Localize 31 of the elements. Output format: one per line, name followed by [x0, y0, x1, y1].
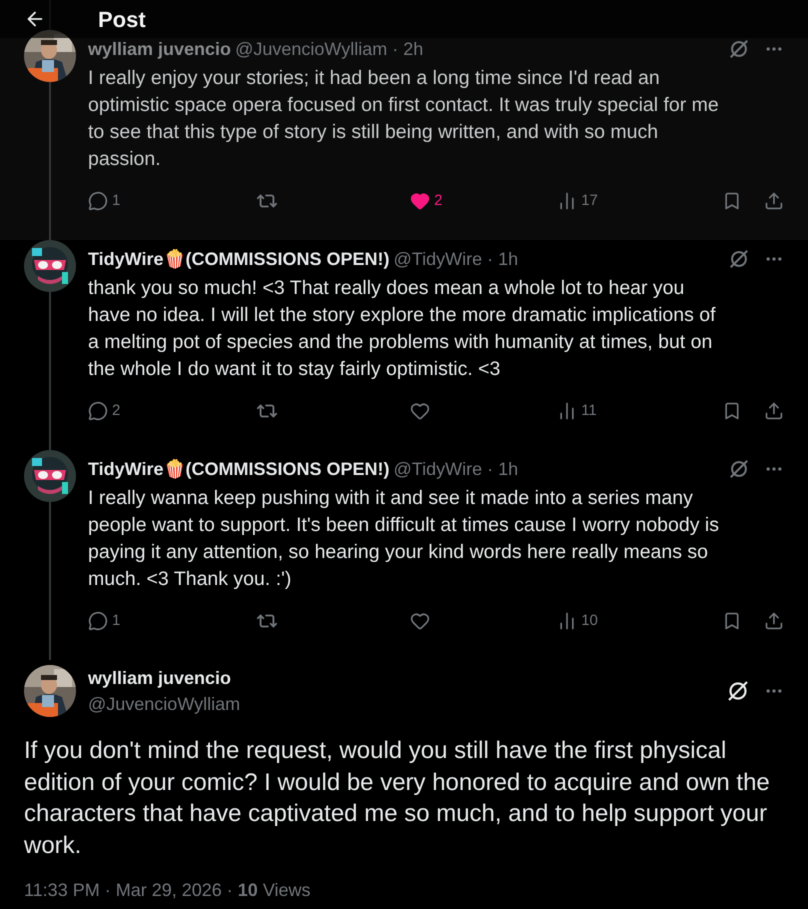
- share-icon[interactable]: [764, 401, 784, 421]
- share-icon[interactable]: [764, 611, 784, 631]
- count: 1: [112, 190, 120, 211]
- author-name[interactable]: TidyWire🍿(COMMISSIONS OPEN!): [88, 456, 390, 482]
- post-timestamp: 11:33 PM · Mar 29, 2026 · 10 Views: [24, 879, 312, 902]
- reply-icon[interactable]: [88, 611, 108, 631]
- reply-icon[interactable]: [88, 191, 108, 211]
- like-icon[interactable]: [410, 401, 430, 421]
- count: 10: [581, 610, 598, 631]
- like-icon[interactable]: [410, 191, 430, 211]
- author-handle: @TidyWire · 1h: [394, 248, 518, 271]
- page-title: Post: [98, 6, 146, 34]
- post-text: If you don't mind the request, would you still have the first physical edition of your comic? I would be very honored to acquire and own the characters that have captivated me so much, and to help support your work.: [24, 736, 771, 860]
- count: 2: [434, 190, 442, 211]
- author-handle: @TidyWire · 1h: [394, 458, 518, 481]
- author-handle: @JuvencioWylliam: [88, 693, 240, 716]
- author-name[interactable]: wylliam juvencio: [88, 36, 232, 62]
- author-name[interactable]: wylliam juvencio: [88, 665, 240, 691]
- count: 11: [581, 400, 597, 421]
- count: 2: [112, 400, 120, 421]
- share-icon[interactable]: [764, 191, 784, 211]
- reply-text: I really enjoy your stories; it had been a long time since I'd read an optimistic space opera focused on first contact. It was truly special for me to see that this type of story is still being written, and with so much passion.: [88, 66, 720, 172]
- slashed-circle-icon[interactable]: [726, 679, 750, 703]
- count: 17: [581, 190, 598, 211]
- like-icon[interactable]: [410, 611, 430, 631]
- author-handle: @JuvencioWylliam · 2h: [235, 38, 424, 61]
- author-name[interactable]: TidyWire🍿(COMMISSIONS OPEN!): [88, 246, 390, 272]
- reply-text: I really wanna keep pushing with it and see it made into a series many people want to support. It's been difficult at times cause I worry nobody is paying it any attention, so hearing your kind words here really means so much. <3 Thank you. :'): [88, 486, 720, 592]
- count: 1: [112, 610, 120, 631]
- reply-icon[interactable]: [88, 401, 108, 421]
- reply-text: thank you so much! <3 That really does mean a whole lot to hear you have no idea. I will let the story explore the more dramatic implications of a melting pot of species and the problems with humanity at times, but on the whole I do want it to stay fairly optimistic. <3: [88, 276, 717, 382]
